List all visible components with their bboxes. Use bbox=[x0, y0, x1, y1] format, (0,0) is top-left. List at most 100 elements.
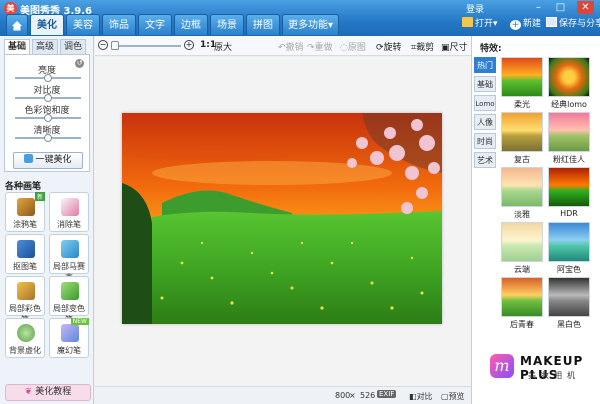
size-times: × bbox=[349, 391, 356, 400]
effect-black-white-thumbnail[interactable] bbox=[548, 277, 590, 317]
tool-doodle-pen[interactable]: 新 涂鸦笔 bbox=[5, 192, 45, 232]
effect-pink-lady-thumbnail[interactable] bbox=[548, 112, 590, 152]
open-button[interactable]: 打开▾ bbox=[462, 17, 498, 31]
tool-eraser-pen[interactable]: 消除笔 bbox=[49, 192, 89, 232]
effect-post-youth-thumbnail[interactable] bbox=[501, 277, 543, 317]
contrast-slider[interactable] bbox=[15, 94, 81, 102]
original-image-icon: ◌ bbox=[340, 43, 348, 53]
tool-label: 消除笔 bbox=[57, 220, 81, 229]
original-size-button[interactable]: 原大 bbox=[214, 40, 232, 53]
effect-pink-lady-label: 粉红佳人 bbox=[553, 155, 585, 164]
effect-cloud-thumbnail[interactable] bbox=[501, 222, 543, 262]
edited-photo[interactable] bbox=[122, 113, 442, 324]
category-fashion[interactable]: 时尚 bbox=[474, 133, 496, 149]
rotate-label: 旋转 bbox=[383, 43, 402, 53]
recolor-bucket-icon bbox=[61, 282, 79, 300]
auto-beautify-button[interactable]: 一键美化 bbox=[13, 152, 83, 169]
effect-soft-light-thumbnail[interactable] bbox=[501, 57, 543, 97]
category-basic[interactable]: 基础 bbox=[474, 76, 496, 92]
redo-button[interactable]: ↷重做 bbox=[307, 40, 333, 53]
new-badge: 新 bbox=[34, 192, 45, 201]
tool-magic-pen[interactable]: NEW 魔幻笔 bbox=[49, 318, 89, 358]
tool-local-recolor-pen[interactable]: 局部变色笔 bbox=[49, 276, 89, 324]
compare-button[interactable]: ◧对比 bbox=[409, 391, 433, 402]
resize-icon: ▣ bbox=[441, 43, 450, 53]
image-toolbar: − + 1:1 原大 ↶撤销 ↷重做 ◌原图 ⟳旋转 ⌗裁剪 ▣尺寸 bbox=[95, 36, 471, 56]
new-badge: NEW bbox=[70, 318, 89, 325]
zoom-out-icon[interactable]: − bbox=[98, 40, 108, 50]
tab-scene[interactable]: 场景 bbox=[210, 14, 244, 35]
compare-label: 对比 bbox=[416, 392, 433, 401]
category-lomo[interactable]: Lomo bbox=[474, 95, 496, 111]
tab-beautify[interactable]: 美化 bbox=[30, 14, 64, 35]
original-image-button[interactable]: ◌原图 bbox=[340, 40, 366, 53]
brightness-slider[interactable] bbox=[15, 74, 81, 82]
zoom-in-icon[interactable]: + bbox=[184, 40, 194, 50]
effect-abao-color-thumbnail[interactable] bbox=[548, 222, 590, 262]
sharpness-slider[interactable] bbox=[15, 134, 81, 142]
color-brush-icon bbox=[17, 282, 35, 300]
tab-basic[interactable]: 基础 bbox=[4, 39, 30, 54]
tool-cutout-pen[interactable]: 抠图笔 bbox=[5, 234, 45, 274]
tab-frame[interactable]: 边框 bbox=[174, 14, 208, 35]
brightness-knob[interactable] bbox=[44, 74, 52, 82]
magic-wand-icon bbox=[24, 154, 34, 163]
makeup-plus-ad[interactable]: m MAKEUP PLUS 美妆相机 bbox=[476, 351, 598, 399]
category-art[interactable]: 艺术 bbox=[474, 152, 496, 168]
contrast-knob[interactable] bbox=[44, 94, 52, 102]
maximize-button[interactable]: □ bbox=[552, 1, 569, 14]
zoom-slider[interactable] bbox=[111, 45, 181, 47]
new-button[interactable]: + 新建 bbox=[510, 17, 541, 31]
main-nav: 美化 美容 饰品 文字 边框 场景 拼图 更多功能▾ bbox=[6, 14, 340, 35]
minimize-button[interactable]: – bbox=[530, 1, 547, 14]
save-share-button[interactable]: 保存与分享 bbox=[546, 17, 600, 31]
undo-button[interactable]: ↶撤销 bbox=[278, 40, 304, 53]
tool-label: 涂鸦笔 bbox=[13, 220, 37, 229]
tool-local-mosaic[interactable]: 局部马赛克 bbox=[49, 234, 89, 282]
sharpness-knob[interactable] bbox=[44, 134, 52, 142]
exif-button[interactable]: EXIF bbox=[377, 390, 397, 398]
tab-collage[interactable]: 拼图 bbox=[246, 14, 280, 35]
tool-background-blur[interactable]: 背景虚化 bbox=[5, 318, 45, 358]
saturation-knob[interactable] bbox=[44, 114, 52, 122]
home-icon bbox=[12, 21, 22, 31]
original-image-label: 原图 bbox=[347, 43, 366, 53]
resize-button[interactable]: ▣尺寸 bbox=[441, 40, 468, 53]
effect-elegant-thumbnail[interactable] bbox=[501, 167, 543, 207]
effect-hdr-label: HDR bbox=[560, 209, 578, 218]
tab-advanced[interactable]: 高级 bbox=[32, 39, 58, 54]
plus-icon: + bbox=[510, 20, 521, 30]
preview-icon: ▢ bbox=[441, 392, 449, 401]
category-portrait[interactable]: 人像 bbox=[474, 114, 496, 130]
login-link[interactable]: 登录 bbox=[466, 2, 484, 15]
tab-home[interactable] bbox=[6, 14, 28, 35]
effect-classic-lomo-thumbnail[interactable] bbox=[548, 57, 590, 97]
beautify-tutorial-button[interactable]: ❦ 美化教程 bbox=[5, 384, 91, 401]
category-hot[interactable]: 热门 bbox=[474, 57, 496, 73]
tab-color[interactable]: 调色 bbox=[60, 39, 86, 54]
makeup-plus-logo-icon: m bbox=[490, 354, 514, 378]
crop-button[interactable]: ⌗裁剪 bbox=[411, 40, 434, 53]
brush-section-title: 各种画笔 bbox=[5, 182, 42, 192]
tab-accessories[interactable]: 饰品 bbox=[102, 14, 136, 35]
undo-icon: ↶ bbox=[278, 43, 286, 53]
tab-text[interactable]: 文字 bbox=[138, 14, 172, 35]
tab-more-features[interactable]: 更多功能▾ bbox=[282, 14, 340, 35]
status-bar: 800 × 526 EXIF ◧对比 ▢预览 bbox=[95, 386, 471, 404]
redo-icon: ↷ bbox=[307, 43, 315, 53]
effect-retro-thumbnail[interactable] bbox=[501, 112, 543, 152]
tab-makeup[interactable]: 美容 bbox=[66, 14, 100, 35]
image-canvas[interactable] bbox=[95, 57, 471, 386]
zoom-knob[interactable] bbox=[111, 41, 119, 50]
effect-classic-lomo-label: 经典lomo bbox=[551, 100, 587, 109]
saturation-slider[interactable] bbox=[15, 114, 81, 122]
rotate-button[interactable]: ⟳旋转 bbox=[376, 40, 402, 53]
tool-label: 魔幻笔 bbox=[57, 346, 81, 355]
effect-black-white-label: 黑白色 bbox=[557, 320, 581, 329]
effect-hdr-thumbnail[interactable] bbox=[548, 167, 590, 207]
preview-button[interactable]: ▢预览 bbox=[441, 391, 465, 402]
doodle-brush-icon bbox=[17, 198, 35, 216]
close-button[interactable]: ✕ bbox=[577, 1, 594, 14]
tool-local-color-pen[interactable]: 局部彩色笔 bbox=[5, 276, 45, 324]
save-label: 保存与分享 bbox=[559, 19, 600, 29]
